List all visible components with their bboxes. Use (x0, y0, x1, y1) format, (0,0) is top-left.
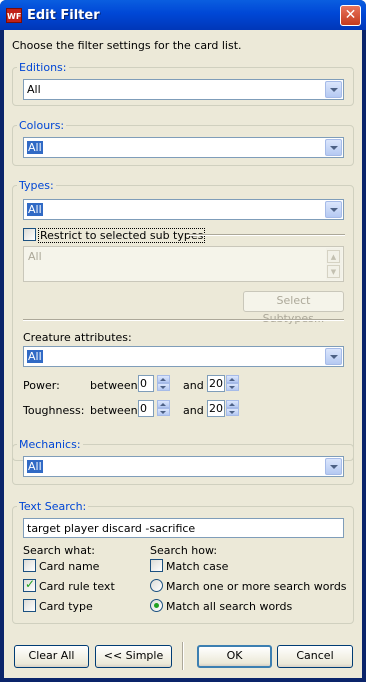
editions-group: Editions: All (12, 61, 354, 106)
text-search-group: Text Search: target player discard -sacr… (12, 500, 354, 624)
ok-button[interactable]: OK (197, 645, 272, 668)
power-max-input[interactable]: 20 (207, 375, 225, 392)
cancel-button[interactable]: Cancel (277, 645, 353, 668)
restrict-subtypes-label[interactable]: Restrict to selected sub types (38, 228, 206, 243)
toughness-max-stepper[interactable] (226, 400, 239, 417)
editions-combo[interactable]: All (23, 79, 344, 100)
arrow-down-icon[interactable] (226, 383, 239, 391)
power-and: and (183, 379, 204, 392)
arrow-up-icon[interactable] (226, 375, 239, 383)
search-input[interactable]: target player discard -sacrifice (23, 518, 344, 538)
card-type-label[interactable]: Card type (39, 600, 93, 613)
colours-group: Colours: All (12, 119, 354, 166)
colours-value: All (27, 141, 43, 154)
power-min-input[interactable]: 0 (138, 375, 154, 392)
text-search-label: Text Search: (17, 500, 89, 513)
toughness-and: and (183, 404, 204, 417)
select-subtypes-button[interactable]: Select Subtypes... (243, 291, 344, 325)
power-max-stepper[interactable] (226, 375, 239, 392)
chevron-down-icon[interactable] (325, 458, 342, 475)
scroll-down-icon[interactable]: ▼ (327, 265, 340, 278)
creature-attributes-combo[interactable]: All (23, 346, 344, 367)
chevron-down-icon[interactable] (325, 201, 342, 218)
power-between: between (90, 379, 138, 392)
restrict-subtypes-checkbox[interactable] (23, 228, 36, 241)
search-what-label: Search what: (23, 544, 96, 557)
arrow-down-icon[interactable] (157, 383, 170, 391)
card-name-checkbox[interactable] (23, 559, 36, 572)
divider (187, 234, 345, 236)
types-group: Types: All Restrict to selected sub type… (12, 179, 354, 461)
match-case-label[interactable]: Match case (166, 560, 228, 573)
mechanics-label: Mechanics: (17, 438, 83, 451)
toughness-between: between (90, 404, 138, 417)
colours-combo[interactable]: All (23, 137, 344, 158)
chevron-down-icon[interactable] (325, 81, 342, 98)
search-how-label: Search how: (150, 544, 218, 557)
app-logo-icon: WF (6, 8, 22, 23)
editions-value: All (27, 83, 41, 96)
intro-text: Choose the filter settings for the card … (12, 39, 242, 52)
arrow-down-icon[interactable] (157, 408, 170, 416)
edit-filter-window: WF Edit Filter ✕ Choose the filter setti… (0, 0, 366, 682)
clear-all-button[interactable]: Clear All (14, 645, 89, 668)
dialog-body: Choose the filter settings for the card … (4, 30, 362, 678)
title-bar[interactable]: WF Edit Filter ✕ (0, 0, 366, 30)
toughness-min-stepper[interactable] (157, 400, 170, 417)
mechanics-group: Mechanics: All (12, 438, 354, 485)
match-any-label[interactable]: March one or more search words (166, 580, 347, 593)
subtypes-list[interactable]: All ▲ ▼ (23, 246, 344, 282)
types-value: All (27, 203, 43, 216)
power-min-stepper[interactable] (157, 375, 170, 392)
scroll-up-icon[interactable]: ▲ (327, 250, 340, 263)
card-name-label[interactable]: Card name (39, 560, 99, 573)
match-all-label[interactable]: Match all search words (166, 600, 292, 613)
card-rule-text-checkbox[interactable] (23, 577, 36, 592)
arrow-up-icon[interactable] (157, 375, 170, 383)
divider (23, 319, 344, 321)
arrow-up-icon[interactable] (157, 400, 170, 408)
mechanics-combo[interactable]: All (23, 456, 344, 477)
match-any-radio[interactable] (150, 579, 163, 592)
creature-attributes-label: Creature attributes: (23, 331, 132, 344)
subtypes-scrollbar[interactable]: ▲ ▼ (326, 248, 342, 280)
colours-label: Colours: (17, 119, 67, 132)
card-type-checkbox[interactable] (23, 599, 36, 612)
power-label: Power: (23, 379, 60, 392)
chevron-down-icon[interactable] (325, 348, 342, 365)
chevron-down-icon[interactable] (325, 139, 342, 156)
toughness-max-input[interactable]: 20 (207, 400, 225, 417)
arrow-up-icon[interactable] (226, 400, 239, 408)
toughness-label: Toughness: (23, 404, 85, 417)
editions-label: Editions: (17, 61, 69, 74)
window-title: Edit Filter (27, 8, 100, 23)
toughness-min-input[interactable]: 0 (138, 400, 154, 417)
arrow-down-icon[interactable] (226, 408, 239, 416)
card-rule-text-label[interactable]: Card rule text (39, 580, 115, 593)
search-query: target player discard -sacrifice (27, 522, 196, 535)
simple-button[interactable]: << Simple (95, 645, 172, 668)
close-button[interactable]: ✕ (340, 5, 361, 26)
types-combo[interactable]: All (23, 199, 344, 220)
subtypes-list-value: All (28, 250, 42, 263)
mechanics-value: All (27, 460, 43, 473)
match-case-checkbox[interactable] (150, 559, 163, 572)
types-label: Types: (17, 179, 56, 192)
button-separator (182, 642, 184, 670)
match-all-radio[interactable] (150, 599, 163, 612)
creature-attributes-value: All (27, 350, 43, 363)
